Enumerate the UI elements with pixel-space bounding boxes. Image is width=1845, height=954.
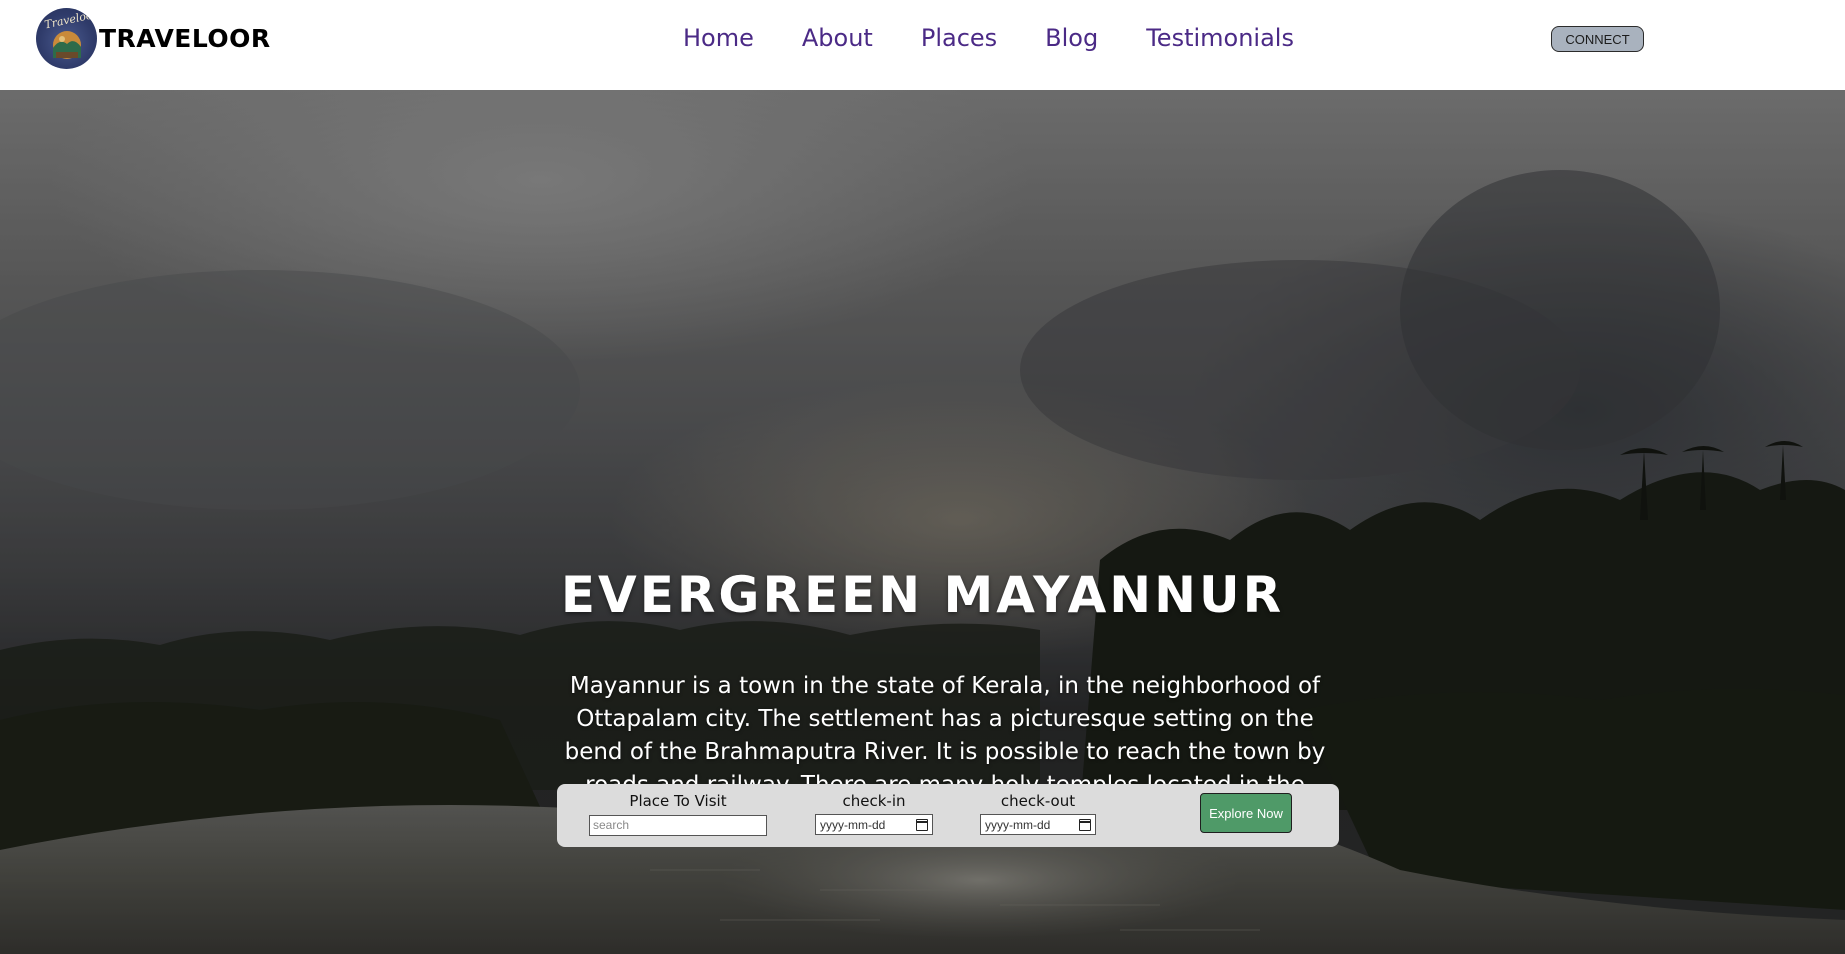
logo-scene-icon — [53, 31, 81, 59]
place-search-input[interactable] — [589, 814, 767, 836]
checkout-date-input[interactable]: yyyy-mm-dd — [980, 814, 1096, 835]
nav-home[interactable]: Home — [683, 24, 754, 52]
calendar-icon[interactable] — [1079, 818, 1091, 831]
main-nav: Home About Places Blog Testimonials — [683, 24, 1294, 52]
checkin-label: check-in — [842, 792, 906, 810]
place-field: Place To Visit — [589, 792, 767, 836]
site-header: Traveloor TRAVELOOR Home About Places Bl… — [0, 0, 1845, 90]
brand-name: TRAVELOOR — [99, 24, 271, 53]
checkin-date-value: yyyy-mm-dd — [820, 817, 886, 832]
checkout-field: check-out yyyy-mm-dd — [980, 792, 1096, 835]
search-bar: Place To Visit check-in yyyy-mm-dd check… — [557, 784, 1339, 847]
hero-title: EVERGREEN MAYANNUR — [560, 566, 1285, 624]
nav-blog[interactable]: Blog — [1045, 24, 1098, 52]
calendar-icon[interactable] — [916, 818, 928, 831]
nav-about[interactable]: About — [802, 24, 873, 52]
nav-places[interactable]: Places — [921, 24, 997, 52]
place-label: Place To Visit — [629, 792, 727, 810]
checkin-field: check-in yyyy-mm-dd — [815, 792, 933, 835]
checkout-date-value: yyyy-mm-dd — [985, 817, 1051, 832]
checkin-date-input[interactable]: yyyy-mm-dd — [815, 814, 933, 835]
logo[interactable]: Traveloor TRAVELOOR — [36, 8, 271, 69]
logo-badge-icon: Traveloor — [36, 8, 97, 69]
checkout-label: check-out — [1000, 792, 1076, 810]
explore-now-button[interactable]: Explore Now — [1200, 793, 1292, 833]
nav-testimonials[interactable]: Testimonials — [1146, 24, 1294, 52]
connect-button[interactable]: CONNECT — [1551, 26, 1644, 52]
